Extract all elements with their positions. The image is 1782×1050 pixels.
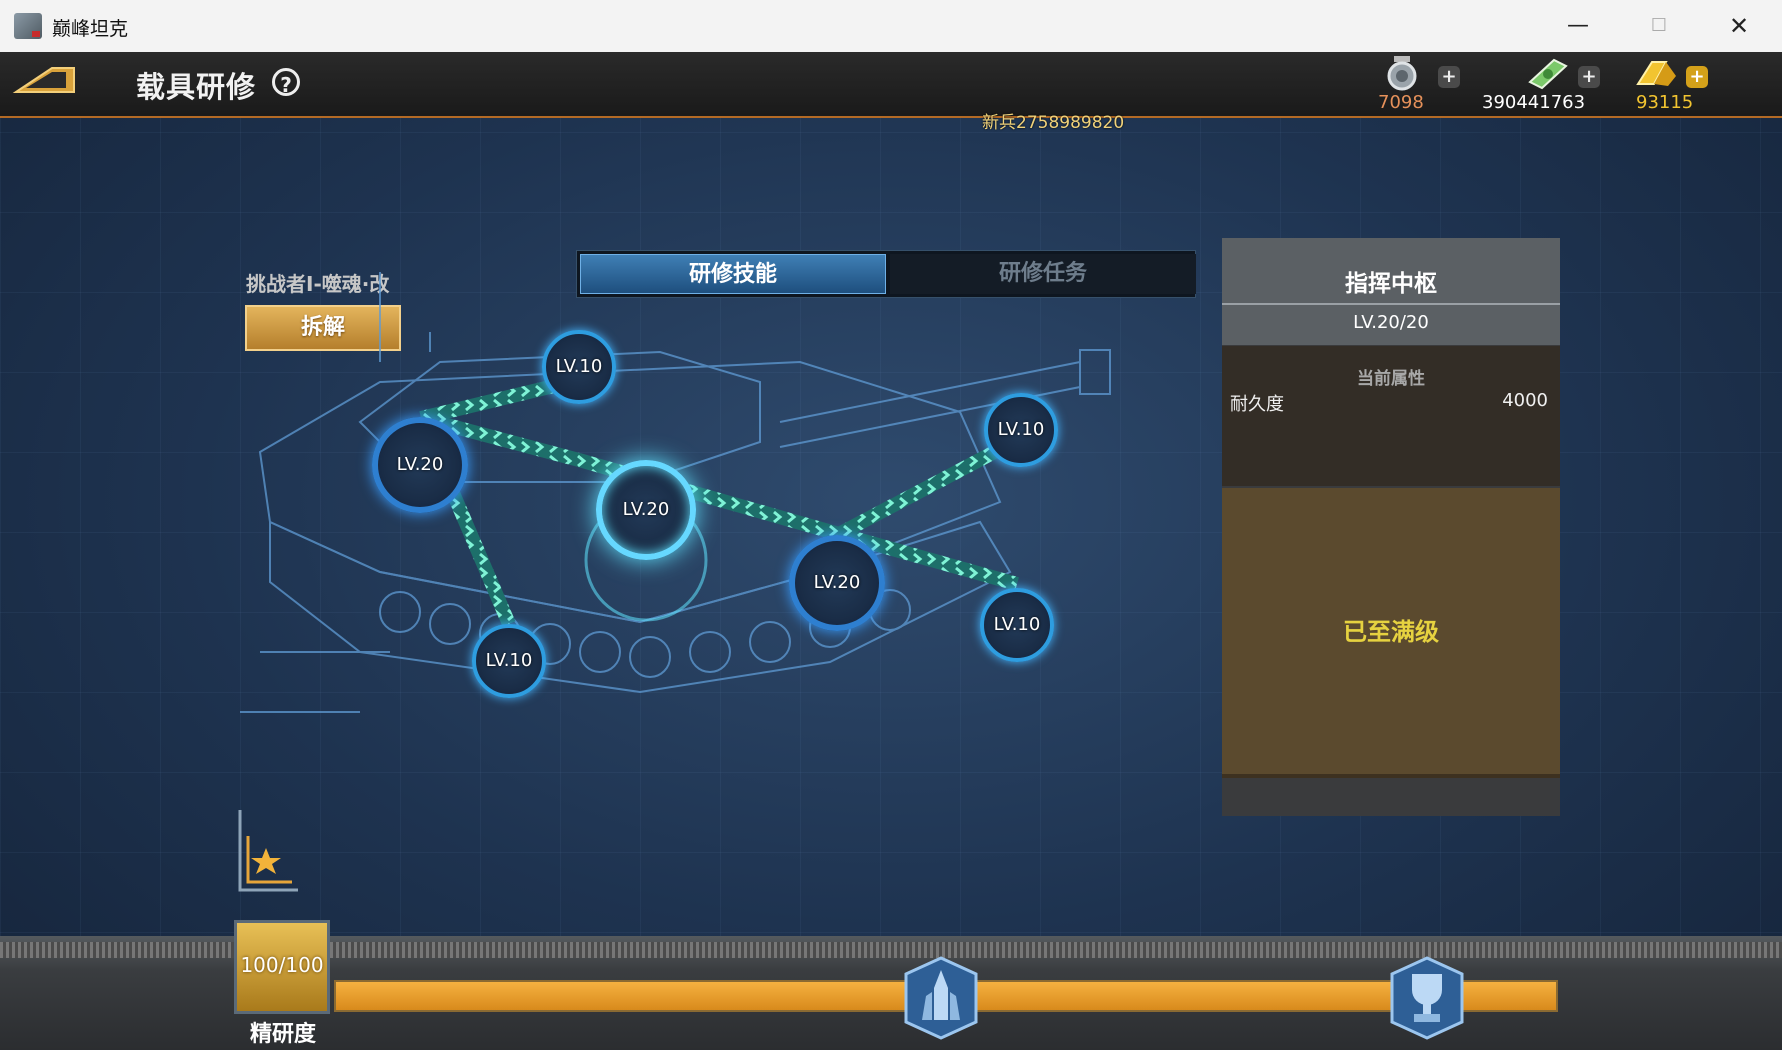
currency-gold: + 93115: [1628, 56, 1738, 113]
precision-box: 100/100: [234, 920, 330, 1014]
precision-label: 精研度: [249, 1022, 316, 1047]
window-titlebar: 巅峰坦克 — ☐ ✕: [0, 0, 1782, 53]
skill-node[interactable]: LV.10: [984, 393, 1058, 467]
attribute-name: 耐久度: [1230, 394, 1284, 415]
help-icon[interactable]: ?: [272, 68, 300, 97]
attribute-box: 当前属性 耐久度 4000: [1222, 346, 1560, 486]
skill-detail-panel: 指挥中枢 LV.20/20 当前属性 耐久度 4000 已至满级: [1222, 238, 1560, 816]
max-level-text: 已至满级: [1343, 618, 1439, 646]
trophy-milestone-icon[interactable]: [1390, 956, 1464, 1040]
divider: [1222, 303, 1560, 305]
game-viewport: 载具研修 ? + 7098 + 390441763 + 93115 新兵2758…: [0, 52, 1782, 1050]
back-button[interactable]: [12, 62, 78, 100]
precision-value: 100/100: [240, 953, 324, 977]
add-medal-button[interactable]: +: [1438, 66, 1460, 88]
skill-level: LV.20/20: [1353, 312, 1429, 333]
rocket-milestone-icon[interactable]: [904, 956, 978, 1040]
medal-icon: [1387, 56, 1417, 91]
gold-value: 93115: [1636, 92, 1694, 113]
attribute-value: 4000: [1502, 390, 1548, 411]
attribute-heading: 当前属性: [1357, 369, 1425, 389]
skill-node[interactable]: LV.10: [980, 588, 1054, 662]
tank-blueprint: [240, 272, 1111, 713]
skill-node-selected[interactable]: LV.20: [596, 460, 696, 560]
medal-value: 7098: [1378, 92, 1424, 113]
rank-star-icon[interactable]: [236, 806, 300, 894]
top-bar: 载具研修 ? + 7098 + 390441763 + 93115: [0, 52, 1782, 118]
gold-icon: [1636, 61, 1676, 86]
back-arrow-icon: [12, 67, 75, 93]
add-cash-button[interactable]: +: [1578, 66, 1600, 88]
cash-icon: [1528, 58, 1568, 90]
page-title: 载具研修: [136, 70, 257, 104]
window-title: 巅峰坦克: [52, 18, 129, 40]
cash-value: 390441763: [1482, 92, 1586, 113]
player-name: 新兵2758989820: [982, 113, 1125, 133]
minimize-button[interactable]: —: [1561, 10, 1595, 42]
currency-cash: + 390441763: [1482, 56, 1612, 113]
skill-node[interactable]: LV.10: [472, 624, 546, 698]
skill-title: 指挥中枢: [1345, 271, 1437, 297]
add-gold-button[interactable]: +: [1686, 66, 1708, 88]
skill-node[interactable]: LV.10: [542, 330, 616, 404]
skill-node[interactable]: LV.20: [372, 417, 468, 513]
max-level-box: 已至满级: [1222, 488, 1560, 778]
currency-medal: + 7098: [1376, 56, 1486, 113]
panel-header: 指挥中枢 LV.20/20: [1222, 238, 1560, 345]
maximize-button[interactable]: ☐: [1642, 10, 1676, 42]
close-button[interactable]: ✕: [1722, 10, 1756, 42]
app-icon: [14, 13, 42, 39]
skill-node[interactable]: LV.20: [789, 535, 885, 631]
